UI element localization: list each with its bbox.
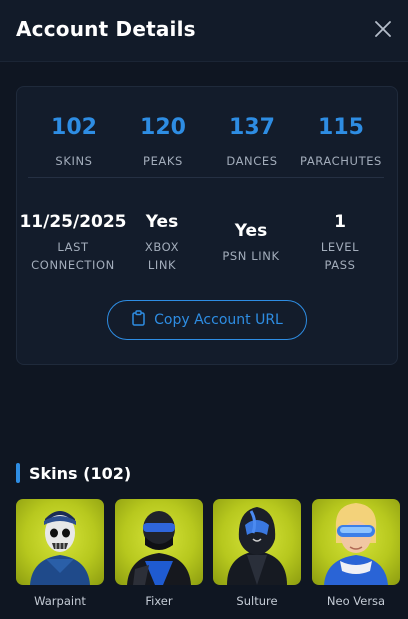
section-accent-bar: [16, 463, 20, 483]
info-label-line: LEVEL: [320, 240, 360, 254]
skin-name: Neo Versa: [326, 594, 386, 608]
stat-value: 102: [51, 115, 97, 140]
modal-header: Account Details: [0, 0, 408, 62]
stat-label: SKINS: [55, 154, 93, 168]
skin-image-neo-versa[interactable]: [312, 499, 400, 585]
copy-account-url-button[interactable]: Copy Account URL: [107, 300, 307, 340]
skin-image-sulture[interactable]: [213, 499, 301, 585]
info-label: LEVEL PASS: [285, 238, 395, 274]
stat-label: PARACHUTES: [300, 154, 382, 168]
stat-label: DANCES: [226, 154, 278, 168]
skin-image-fixer[interactable]: [115, 499, 203, 585]
stat-skins: 102 SKINS: [29, 115, 119, 170]
stat-peaks: 120 PEAKS: [118, 115, 208, 170]
card-divider: [28, 177, 384, 178]
skin-image-warpaint[interactable]: [16, 499, 104, 585]
stat-value: 115: [318, 115, 364, 140]
skin-card[interactable]: Warpaint: [16, 499, 104, 608]
stat-label: PEAKS: [143, 154, 183, 168]
skins-section-title: Skins (102): [16, 462, 131, 484]
skin-card[interactable]: Fixer: [115, 499, 203, 608]
skin-name: Warpaint: [34, 594, 86, 608]
stat-value: 137: [229, 115, 275, 140]
stat-value: 120: [140, 115, 186, 140]
skin-name: Fixer: [145, 594, 173, 608]
stat-parachutes: 115 PARACHUTES: [291, 115, 391, 170]
clipboard-icon: [131, 310, 146, 330]
info-value: 1: [334, 212, 346, 232]
section-title-text: Skins (102): [29, 463, 132, 483]
skin-card[interactable]: Neo Versa: [312, 499, 400, 608]
info-label-line: PASS: [324, 258, 356, 272]
close-icon[interactable]: [372, 18, 394, 40]
copy-button-label: Copy Account URL: [154, 312, 283, 328]
skin-name: Sulture: [236, 594, 278, 608]
modal-title: Account Details: [16, 17, 196, 41]
skin-card[interactable]: Sulture: [213, 499, 301, 608]
info-level-pass: 1 LEVEL PASS: [285, 212, 395, 274]
stat-dances: 137 DANCES: [207, 115, 297, 170]
